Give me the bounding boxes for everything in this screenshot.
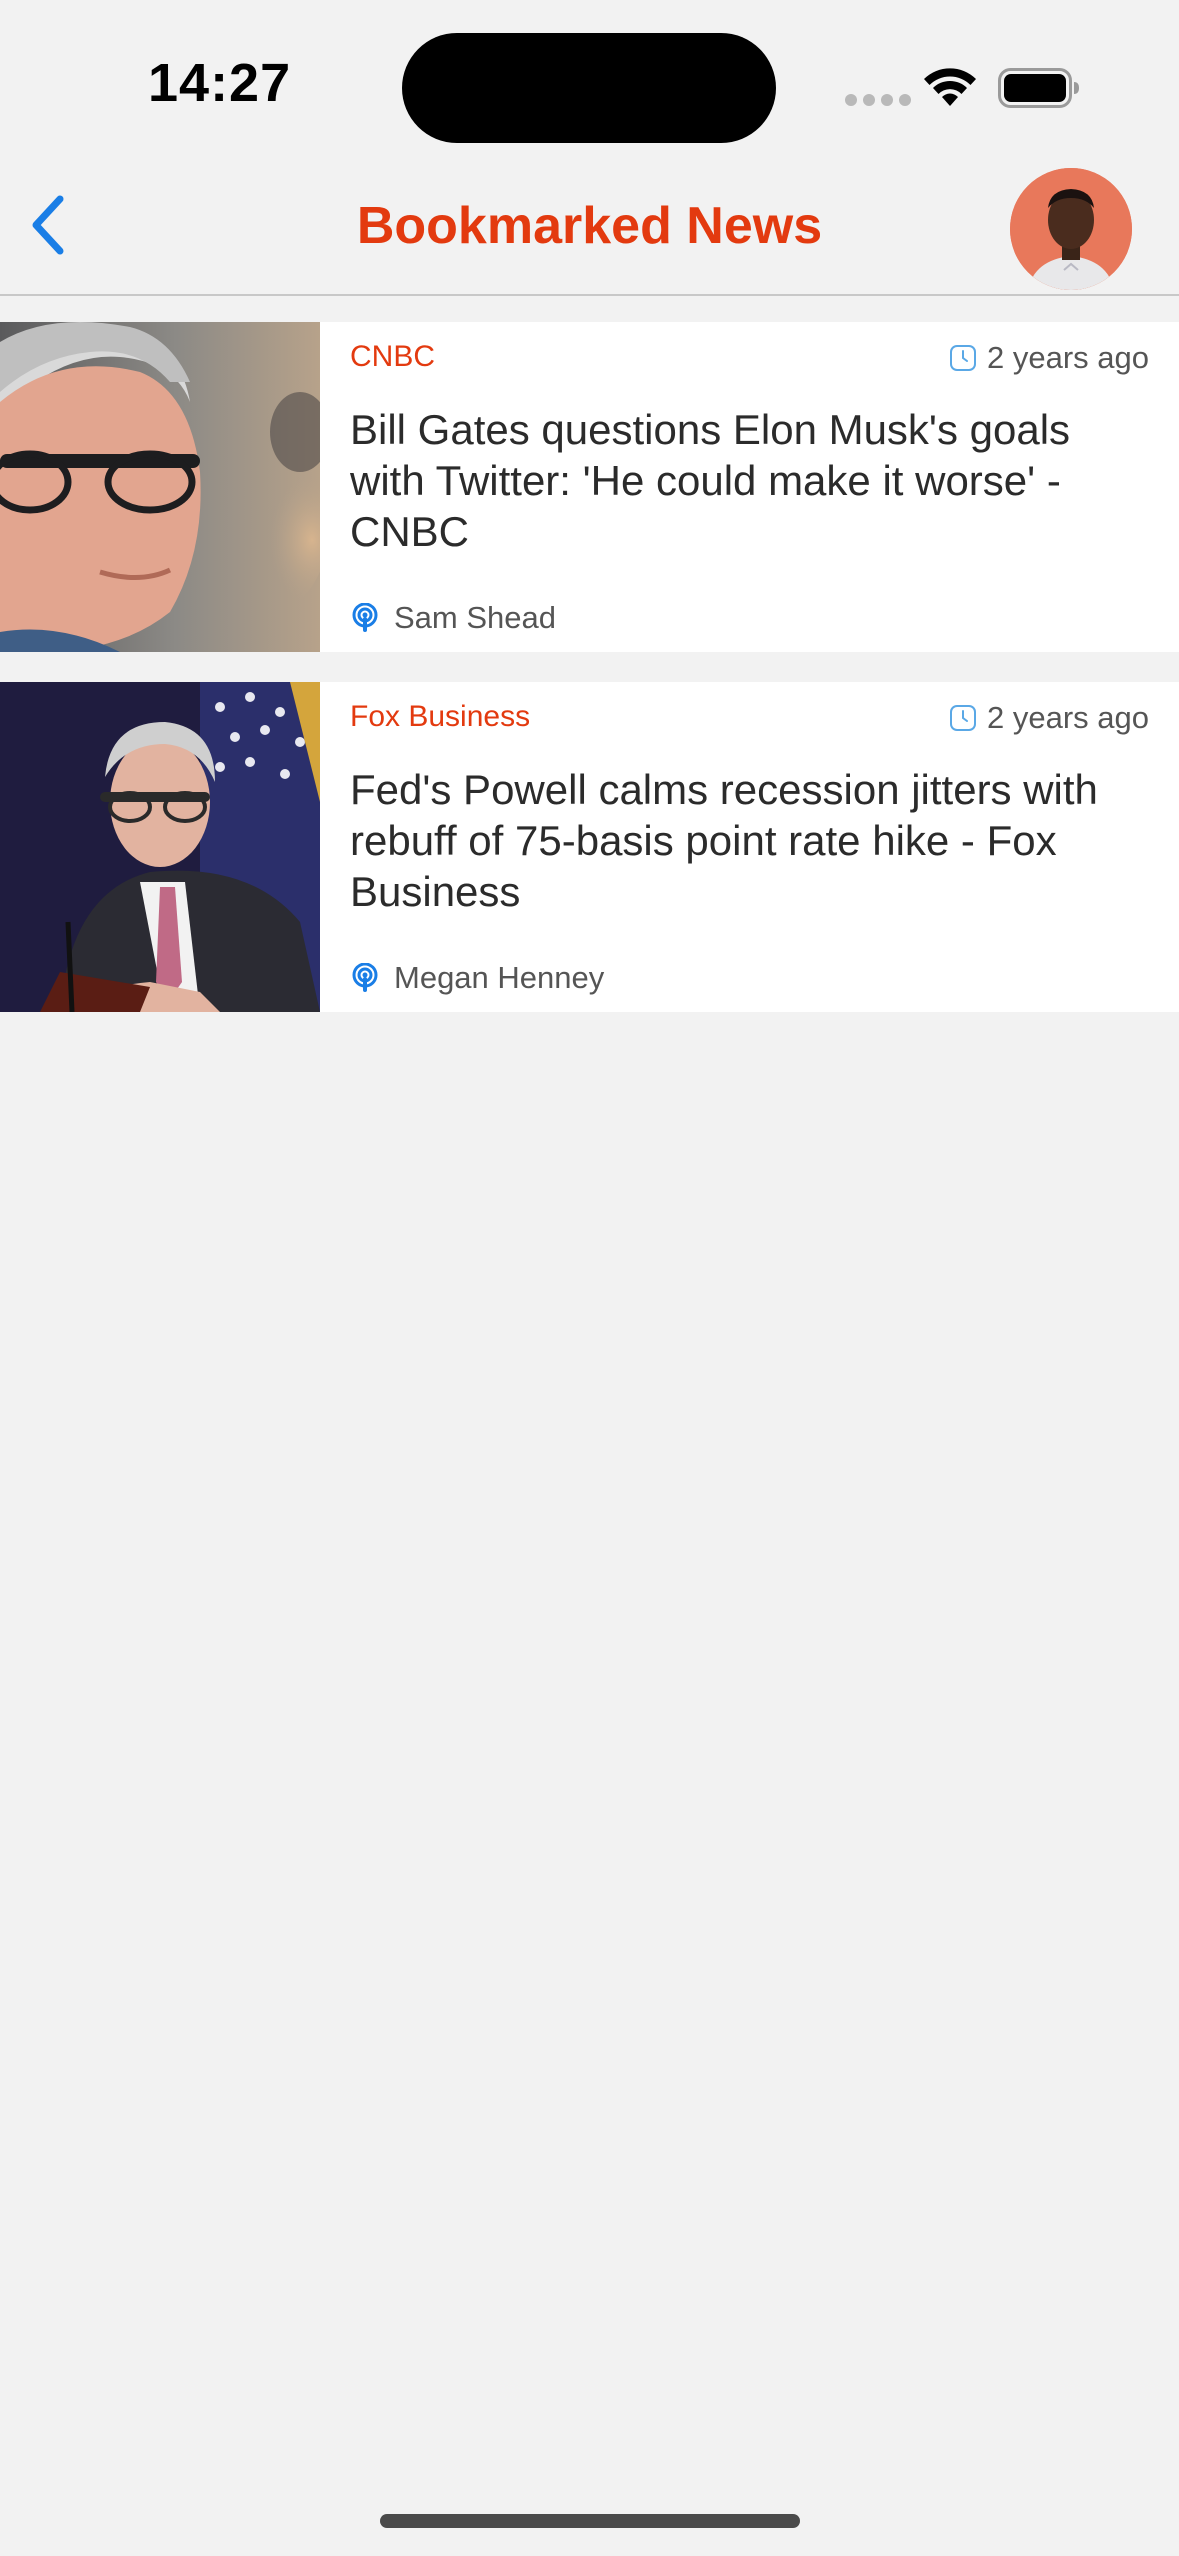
home-indicator[interactable] <box>380 2514 800 2528</box>
news-time: 2 years ago <box>949 700 1149 736</box>
news-thumbnail-bill-gates <box>0 322 320 652</box>
clock-icon <box>950 705 976 731</box>
dynamic-island <box>402 33 776 143</box>
news-author-name: Sam Shead <box>394 600 556 635</box>
news-source: CNBC <box>350 340 436 373</box>
news-card[interactable]: CNBC 2 years ago Bill Gates questions El… <box>0 322 1179 652</box>
news-headline: Bill Gates questions Elon Musk's goals w… <box>350 406 1071 555</box>
status-bar: 14:27 <box>0 0 1179 160</box>
wifi-icon <box>924 68 976 106</box>
broadcast-icon <box>352 963 378 992</box>
clock-icon <box>950 345 976 371</box>
news-time-label: 2 years ago <box>987 340 1149 375</box>
news-author-name: Megan Henney <box>394 960 605 995</box>
news-thumbnail-powell <box>0 682 320 1012</box>
news-card[interactable]: Fox Business 2 years ago Fed's Powell ca… <box>0 682 1179 1012</box>
bookmarked-news-list: CNBC 2 years ago Bill Gates questions El… <box>0 322 1179 1042</box>
news-time-label: 2 years ago <box>987 700 1149 735</box>
user-avatar-icon <box>1010 168 1132 290</box>
news-author: Sam Shead <box>350 600 556 636</box>
avatar[interactable] <box>1010 168 1132 290</box>
news-source: Fox Business <box>350 700 531 733</box>
jerome-powell-photo <box>0 682 320 1012</box>
cellular-signal-icon <box>845 94 911 106</box>
news-author: Megan Henney <box>350 960 604 996</box>
battery-icon <box>998 68 1079 108</box>
bill-gates-photo <box>0 322 320 652</box>
news-headline: Fed's Powell calms recession jitters wit… <box>350 766 1098 915</box>
nav-header: Bookmarked News <box>0 160 1179 296</box>
page-title: Bookmarked News <box>356 197 823 255</box>
news-time: 2 years ago <box>949 340 1149 376</box>
broadcast-icon <box>352 603 378 632</box>
status-time: 14:27 <box>148 53 292 113</box>
